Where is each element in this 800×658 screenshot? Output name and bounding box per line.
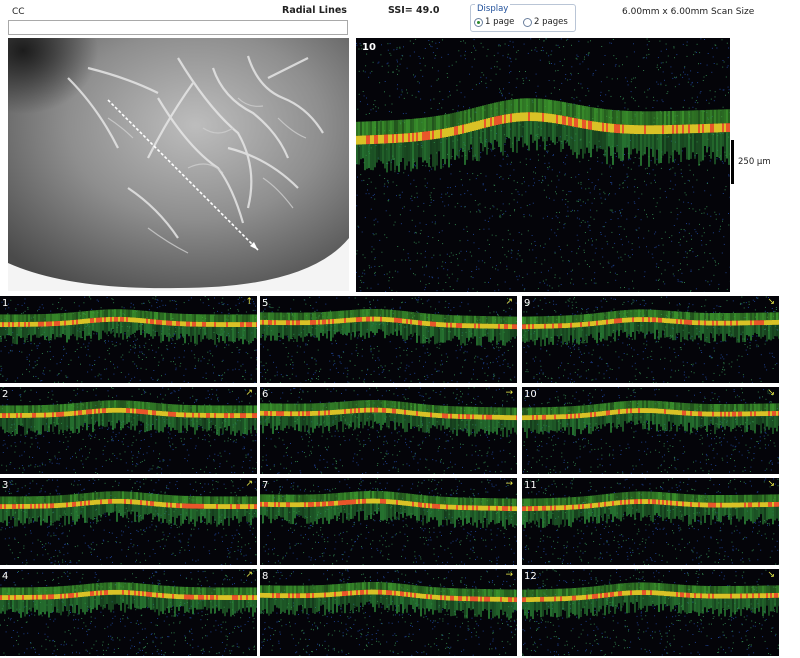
scan-number: 10 bbox=[524, 389, 537, 400]
bscan-thumbnail[interactable]: 11 ↘ bbox=[522, 478, 779, 565]
scan-number: 1 bbox=[2, 298, 9, 309]
scale-bar bbox=[731, 140, 734, 184]
scan-direction-icon: ↑ bbox=[245, 297, 253, 307]
scan-direction-icon: ↗ bbox=[245, 570, 253, 580]
scan-size-label: 6.00mm x 6.00mm Scan Size bbox=[622, 7, 755, 17]
bscan-thumbnail[interactable]: 6 → bbox=[260, 387, 517, 474]
display-2-pages-radio[interactable]: 2 pages bbox=[523, 17, 568, 27]
scan-direction-icon: ↘ bbox=[767, 297, 775, 307]
scale-label: 250 µm bbox=[738, 157, 771, 167]
scan-number: 2 bbox=[2, 389, 9, 400]
scan-number: 5 bbox=[262, 298, 269, 309]
eye-label: CC bbox=[12, 7, 25, 17]
radio-unselected-icon bbox=[523, 17, 532, 27]
scan-direction-icon: ↘ bbox=[767, 570, 775, 580]
scan-number: 6 bbox=[262, 389, 269, 400]
scan-number: 4 bbox=[2, 571, 9, 582]
bscan-thumbnail[interactable]: 2 ↗ bbox=[0, 387, 257, 474]
radio-selected-icon bbox=[474, 17, 483, 27]
scan-direction-icon: ↘ bbox=[767, 479, 775, 489]
bscan-thumbnail[interactable]: 7 → bbox=[260, 478, 517, 565]
scan-direction-icon: ↗ bbox=[245, 388, 253, 398]
display-option-label: 2 pages bbox=[534, 17, 568, 27]
ssi-value: SSI= 49.0 bbox=[388, 5, 440, 16]
bscan-thumbnail[interactable]: 10 ↘ bbox=[522, 387, 779, 474]
large-scan-number: 10 bbox=[362, 42, 376, 53]
scan-number: 11 bbox=[524, 480, 537, 491]
scan-direction-icon: → bbox=[505, 570, 513, 580]
scan-number: 12 bbox=[524, 571, 537, 582]
bscan-thumbnail[interactable]: 8 → bbox=[260, 569, 517, 656]
display-title: Display bbox=[475, 4, 511, 14]
scan-direction-icon: → bbox=[505, 388, 513, 398]
display-1-page-radio[interactable]: 1 page bbox=[474, 17, 514, 27]
display-option-label: 1 page bbox=[485, 17, 515, 27]
fundus-image bbox=[8, 38, 349, 291]
scan-direction-icon: ↗ bbox=[505, 297, 513, 307]
scan-direction-icon: ↗ bbox=[245, 479, 253, 489]
bscan-thumbnail[interactable]: 5 ↗ bbox=[260, 296, 517, 383]
bscan-thumbnail[interactable]: 1 ↑ bbox=[0, 296, 257, 383]
display-options-group: Display 1 page 2 pages bbox=[470, 4, 576, 32]
scan-direction-icon: ↘ bbox=[767, 388, 775, 398]
large-bscan-image: 10 bbox=[356, 38, 730, 292]
bscan-thumbnail[interactable]: 12 ↘ bbox=[522, 569, 779, 656]
notes-field[interactable] bbox=[8, 20, 348, 35]
scan-type-label: Radial Lines bbox=[282, 5, 347, 16]
scan-number: 3 bbox=[2, 480, 9, 491]
bscan-thumbnail[interactable]: 3 ↗ bbox=[0, 478, 257, 565]
scan-number: 9 bbox=[524, 298, 531, 309]
bscan-thumbnail[interactable]: 4 ↗ bbox=[0, 569, 257, 656]
scan-number: 7 bbox=[262, 480, 269, 491]
scan-direction-icon: → bbox=[505, 479, 513, 489]
bscan-thumbnail[interactable]: 9 ↘ bbox=[522, 296, 779, 383]
scan-number: 8 bbox=[262, 571, 269, 582]
